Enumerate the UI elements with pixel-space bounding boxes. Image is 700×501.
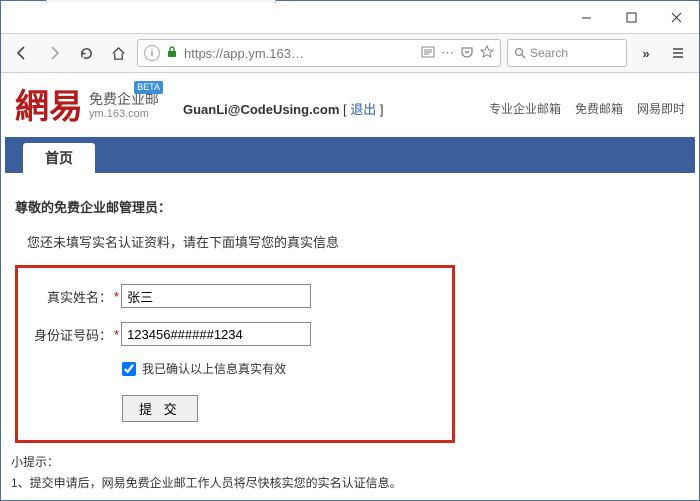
reload-button[interactable] <box>73 40 99 66</box>
tips-section: 小提示： 1、提交申请后，网易免费企业邮工作人员将尽快核实您的实名认证信息。 <box>11 453 689 491</box>
page-content: 網易 BETA 免费企业邮 ym.163.com GuanLi@CodeUsin… <box>1 73 699 501</box>
row-confirm: 我已确认以上信息真实有效 <box>122 360 438 377</box>
browser-toolbar: i https://app.ym.163… ⋯ Search » <box>1 33 699 73</box>
search-placeholder: Search <box>530 46 568 60</box>
window-controls <box>564 1 699 33</box>
logout-link[interactable]: 退出 <box>350 102 376 117</box>
input-id-number[interactable] <box>121 322 311 346</box>
greeting-text: 尊敬的免费企业邮管理员： <box>15 197 689 216</box>
bookmark-star-icon[interactable] <box>480 45 494 62</box>
label-confirm: 我已确认以上信息真实有效 <box>142 360 286 377</box>
url-text: https://app.ym.163… <box>184 46 415 61</box>
realname-form: 真实姓名： * 身份证号码： * 我已确认以上信息真实有效 提 交 <box>15 265 455 443</box>
nav-im[interactable]: 网易即时 <box>637 100 685 117</box>
notice-text: 您还未填写实名认证资料，请在下面填写您的真实信息 <box>27 232 689 251</box>
label-name: 真实姓名： <box>32 287 112 306</box>
row-submit: 提 交 <box>122 395 438 422</box>
lock-icon <box>166 46 178 61</box>
browser-tab[interactable]: 网易免费企业邮--自主域名, 企… <box>46 0 276 3</box>
primary-nav-bar: 首页 <box>5 137 695 173</box>
tips-heading: 小提示： <box>11 453 689 470</box>
reader-mode-icon[interactable] <box>421 45 435 62</box>
search-icon <box>514 47 526 59</box>
main-content: 尊敬的免费企业邮管理员： 您还未填写实名认证资料，请在下面填写您的真实信息 真实… <box>1 173 699 501</box>
row-name: 真实姓名： * <box>32 284 438 308</box>
window-close-button[interactable] <box>654 1 699 33</box>
required-marker: * <box>114 327 119 342</box>
row-id: 身份证号码： * <box>32 322 438 346</box>
user-email: GuanLi@CodeUsing.com <box>183 102 339 117</box>
label-id: 身份证号码： <box>32 325 112 344</box>
new-tab-button[interactable] <box>282 0 310 3</box>
checkbox-confirm[interactable] <box>122 362 136 376</box>
site-logo[interactable]: 網易 BETA 免费企业邮 ym.163.com <box>15 91 159 125</box>
window-maximize-button[interactable] <box>609 1 654 33</box>
pocket-icon[interactable] <box>460 45 474 62</box>
home-button[interactable] <box>105 40 131 66</box>
toolbar-overflow-button[interactable]: » <box>633 40 659 66</box>
nav-pro-mail[interactable]: 专业企业邮箱 <box>489 100 561 117</box>
window-titlebar: 网易免费企业邮--自主域名, 企… <box>1 1 699 33</box>
logo-subtext: BETA 免费企业邮 ym.163.com <box>89 91 159 121</box>
site-info-icon[interactable]: i <box>144 45 160 61</box>
submit-button[interactable]: 提 交 <box>122 395 198 422</box>
logo-line2: ym.163.com <box>89 108 159 121</box>
tips-item-1: 1、提交申请后，网易免费企业邮工作人员将尽快核实您的实名认证信息。 <box>11 474 689 491</box>
nav-free-mail[interactable]: 免费邮箱 <box>575 100 623 117</box>
tab-home[interactable]: 首页 <box>23 143 95 173</box>
user-info: GuanLi@CodeUsing.com [ 退出 ] <box>183 99 384 118</box>
site-header: 網易 BETA 免费企业邮 ym.163.com GuanLi@CodeUsin… <box>1 81 699 137</box>
required-marker: * <box>114 289 119 304</box>
beta-badge: BETA <box>134 81 163 94</box>
page-actions-overflow[interactable]: ⋯ <box>441 45 454 61</box>
back-button[interactable] <box>9 40 35 66</box>
forward-button[interactable] <box>41 40 67 66</box>
logo-chinese: 網易 <box>15 91 83 125</box>
top-nav: 专业企业邮箱 免费邮箱 网易即时 <box>489 100 685 117</box>
input-real-name[interactable] <box>121 284 311 308</box>
address-bar[interactable]: i https://app.ym.163… ⋯ <box>137 39 501 67</box>
window-minimize-button[interactable] <box>564 1 609 33</box>
app-menu-button[interactable] <box>665 40 691 66</box>
search-box[interactable]: Search <box>507 39 627 67</box>
